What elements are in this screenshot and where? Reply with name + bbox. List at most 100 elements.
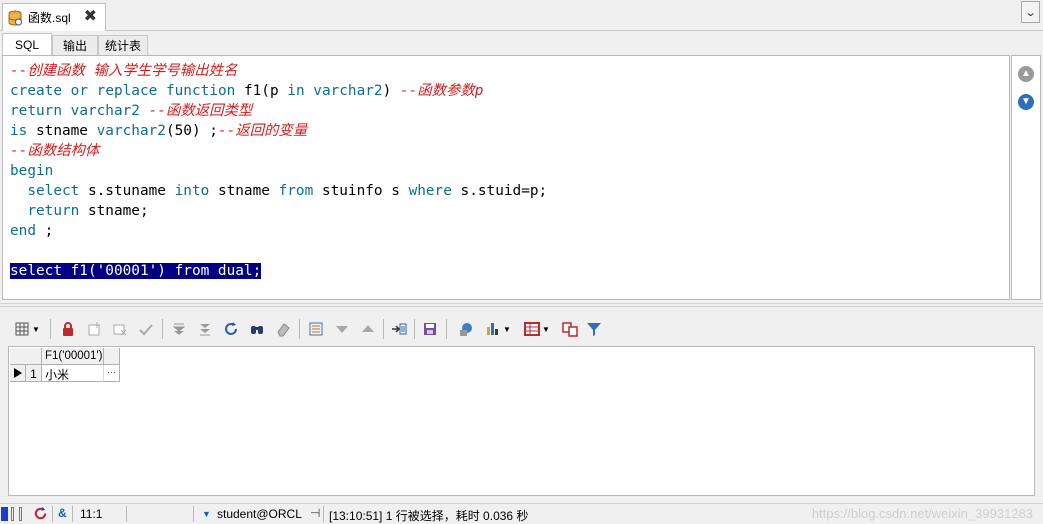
add-record-icon[interactable] bbox=[85, 320, 103, 338]
document-tab[interactable]: 函数.sql ✖ bbox=[2, 3, 106, 31]
ampersand-icon[interactable]: & bbox=[58, 506, 67, 520]
code-comment: --创建函数 输入学生学号输出姓名 bbox=[10, 63, 238, 79]
splitter[interactable] bbox=[0, 303, 1043, 307]
code-comment: --函数参数p bbox=[399, 83, 484, 99]
code-keyword: end bbox=[10, 223, 36, 239]
code-line[interactable]: return varchar2 --函数返回类型 bbox=[10, 101, 547, 121]
status-bar: & 11:1 ▼ student@ORCL ⊣ [13:10:51] 1 行被选… bbox=[0, 503, 1043, 524]
post-changes-icon[interactable] bbox=[137, 320, 155, 338]
connection-name[interactable]: student@ORCL bbox=[217, 507, 302, 521]
code-comment: --函数返回类型 bbox=[148, 103, 253, 119]
lock-icon[interactable] bbox=[59, 320, 77, 338]
export-icon[interactable] bbox=[390, 320, 408, 338]
code-line[interactable]: --创建函数 输入学生学号输出姓名 bbox=[10, 61, 547, 81]
results-toolbar: ▼ ▼ ▼ bbox=[0, 312, 1043, 346]
code-line[interactable]: is stname varchar2(50) ;--返回的变量 bbox=[10, 121, 547, 141]
save-icon[interactable] bbox=[421, 320, 439, 338]
code-text: ) bbox=[382, 83, 400, 99]
cursor-position: 11:1 bbox=[80, 507, 103, 521]
code-text: stuinfo s bbox=[313, 183, 409, 199]
code-keyword: or bbox=[70, 83, 88, 99]
row-number: 1 bbox=[26, 365, 42, 382]
database-icon bbox=[8, 10, 22, 25]
watermark: https://blog.csdn.net/weixin_39931283 bbox=[811, 506, 1033, 521]
code-keyword: begin bbox=[10, 163, 54, 179]
delete-record-icon[interactable] bbox=[111, 320, 129, 338]
tab-output[interactable]: 输出 bbox=[52, 35, 98, 55]
code-keyword: select bbox=[27, 183, 80, 199]
editor-nav-panel: ▲ ▼ bbox=[1011, 55, 1041, 300]
code-text: s.stuid=p; bbox=[451, 183, 548, 199]
first-record-icon[interactable] bbox=[170, 320, 188, 338]
editor-subtabs: SQL 输出 统计表 bbox=[0, 33, 1043, 55]
sort-descending-icon[interactable] bbox=[333, 320, 351, 338]
code-line[interactable]: --函数结构体 bbox=[10, 141, 547, 161]
code-line[interactable]: end ; bbox=[10, 221, 547, 241]
last-record-icon[interactable] bbox=[196, 320, 214, 338]
document-tab-bar: 函数.sql ✖ ⌄ bbox=[0, 0, 1043, 31]
row-indicator-icon bbox=[10, 365, 26, 382]
tab-statistics[interactable]: 统计表 bbox=[98, 35, 148, 55]
code-text: stname bbox=[209, 183, 279, 199]
code-line[interactable]: select s.stuname into stname from stuinf… bbox=[10, 181, 547, 201]
code-line[interactable] bbox=[10, 241, 547, 261]
code-line[interactable]: select f1('00001') from dual; bbox=[10, 261, 547, 281]
status-message: [13:10:51] 1 行被选择，耗时 0.036 秒 bbox=[329, 509, 529, 523]
code-line[interactable]: return stname; bbox=[10, 201, 547, 221]
arrow-down-icon[interactable]: ▼ bbox=[1018, 94, 1034, 110]
sql-editor[interactable]: --创建函数 输入学生学号输出姓名 create or replace funct… bbox=[2, 55, 1010, 300]
arrow-up-icon[interactable]: ▲ bbox=[1018, 66, 1034, 82]
chart-icon[interactable]: ▼ bbox=[482, 320, 514, 338]
refresh-status-icon[interactable] bbox=[33, 506, 48, 524]
connection-info-icon[interactable] bbox=[457, 320, 475, 338]
code-text: ; bbox=[36, 223, 54, 239]
code-keyword: is bbox=[10, 123, 28, 139]
connection-dropdown-icon[interactable]: ▼ bbox=[202, 509, 211, 519]
record-view-icon[interactable] bbox=[307, 320, 325, 338]
close-icon[interactable]: ✖ bbox=[84, 9, 97, 25]
find-icon[interactable] bbox=[248, 320, 266, 338]
column-header[interactable]: F1('00001') bbox=[42, 348, 104, 365]
code-text: (50) ; bbox=[165, 123, 218, 139]
code-keyword: replace bbox=[96, 83, 158, 99]
sort-ascending-icon[interactable] bbox=[359, 320, 377, 338]
code-text: s.stuname bbox=[79, 183, 175, 199]
layout-icon[interactable]: ▼ bbox=[521, 320, 553, 338]
grid-corner bbox=[10, 348, 42, 365]
code-line[interactable]: begin bbox=[10, 161, 547, 181]
sql-code[interactable]: --创建函数 输入学生学号输出姓名 create or replace funct… bbox=[10, 61, 547, 281]
code-line[interactable]: create or replace function f1(p in varch… bbox=[10, 81, 547, 101]
filter-icon[interactable] bbox=[585, 320, 603, 338]
tab-sql[interactable]: SQL bbox=[2, 33, 52, 55]
grid-options-icon[interactable]: ▼ bbox=[12, 320, 42, 338]
code-keyword: function bbox=[165, 83, 236, 99]
tab-list-dropdown-button[interactable]: ⌄ bbox=[1021, 1, 1040, 23]
table-cell[interactable]: 小米 bbox=[42, 365, 104, 382]
code-keyword: return bbox=[10, 103, 62, 119]
code-keyword: where bbox=[408, 183, 452, 199]
code-keyword: varchar2 bbox=[96, 123, 166, 139]
status-indicator-empty bbox=[19, 507, 22, 521]
code-keyword: from bbox=[278, 183, 314, 199]
compare-icon[interactable] bbox=[561, 320, 579, 338]
code-keyword: into bbox=[174, 183, 210, 199]
code-keyword: create bbox=[10, 83, 62, 99]
results-grid[interactable]: F1('00001') 1 小米 ··· bbox=[8, 346, 1035, 496]
code-text: stname; bbox=[79, 203, 149, 219]
code-keyword: varchar2 bbox=[313, 83, 383, 99]
code-comment: --返回的变量 bbox=[217, 123, 308, 139]
code-comment: --函数结构体 bbox=[10, 143, 100, 159]
chevron-down-icon: ⌄ bbox=[1024, 6, 1037, 19]
cell-editor-button[interactable]: ··· bbox=[104, 365, 120, 382]
refresh-icon[interactable] bbox=[222, 320, 240, 338]
code-keyword: varchar2 bbox=[70, 103, 140, 119]
clear-icon[interactable] bbox=[274, 320, 292, 338]
pin-icon[interactable]: ⊣ bbox=[310, 506, 320, 520]
